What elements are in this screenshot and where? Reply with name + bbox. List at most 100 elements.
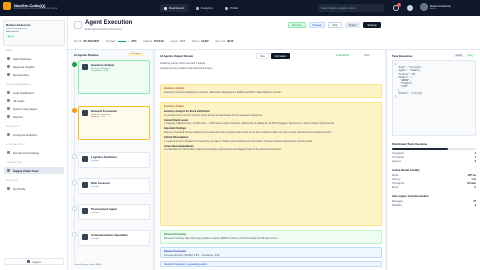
sidebar-item-label: AI Agents Analytics <box>13 132 37 137</box>
metric-label: Est. Cost <box>215 40 226 43</box>
brand-subtitle: ENTERPRISE INTELLIGENT WORKSPACE <box>14 7 58 10</box>
search-input[interactable]: Search tables, analysis, docs... <box>318 4 384 12</box>
agent-role: Queued <box>91 185 99 188</box>
users-icon <box>7 99 10 102</box>
typing-indicator: Demand Forecaster is generating output..… <box>160 261 382 267</box>
tab-formatted[interactable]: Formatted <box>270 53 290 59</box>
nav-profile[interactable]: Profile <box>221 4 243 12</box>
task-json-viewer: { "task": "forecast", "agent": "demand",… <box>392 60 476 136</box>
tab-raw[interactable]: Raw <box>256 53 269 59</box>
model-facility-title: Active Model Facility <box>392 168 420 172</box>
nav-analytics[interactable]: Analytics <box>192 4 217 12</box>
theme-toggle-icon[interactable] <box>407 5 413 11</box>
timeline-line <box>74 60 75 260</box>
timeline-dot <box>72 62 77 67</box>
sidebar-item-all-leads[interactable]: All Leads <box>4 97 64 104</box>
page-subtitle: Multi-Agent Pipeline Processing <box>85 28 122 31</box>
profile-card[interactable]: Robert Anderson robert@company.com Admin… <box>3 20 65 46</box>
sidebar-item-regional-insights[interactable]: Regional Insights <box>4 63 64 70</box>
sidebar-item-label: My Profile <box>13 186 26 191</box>
agent-icon <box>82 156 88 162</box>
agent-card-communications-specialist[interactable]: Communications Specialist Queued <box>78 230 150 246</box>
agent-role: Queued <box>91 159 99 162</box>
pause-button[interactable]: Paused <box>308 22 326 28</box>
sidebar-item-nurture-campaigns[interactable]: Nurture Campaigns <box>4 105 64 112</box>
sidebar-item-reports[interactable]: Reports <box>4 113 64 120</box>
sidebar-item-label: Demand Forecasting <box>13 150 39 155</box>
copy-button[interactable]: Copy <box>364 54 370 57</box>
profile-name: Robert Anderson <box>6 23 31 27</box>
agent-card-risk-assessor[interactable]: Risk Assessor Queued <box>78 178 150 194</box>
sidebar-item-demand-forecasting[interactable]: Demand Forecasting <box>4 149 64 156</box>
nav-label: Analytics <box>200 6 213 10</box>
stop-button[interactable]: Stop <box>328 22 342 28</box>
user-icon <box>7 187 10 190</box>
memory-store-label: Vector Memory Store (RAG) <box>74 264 102 266</box>
metric-label: Progress <box>106 40 116 43</box>
avatar <box>420 3 428 11</box>
message-text: • Category A (Electronics): 12,450 units… <box>164 122 335 126</box>
format-chip[interactable]: JSON <box>454 54 464 57</box>
sidebar-item-start-practices[interactable]: Start Practices <box>4 55 64 62</box>
sidebar-item-label: My Favorites <box>13 72 30 77</box>
kv-key: Messages <box>392 200 403 203</box>
progress-fill <box>392 148 449 150</box>
metric-cost: Est. Cost $0.42 <box>216 40 234 43</box>
back-arrow-icon[interactable] <box>74 21 82 29</box>
user-role: Admin <box>430 8 437 10</box>
kv-value: 42 tok/s <box>467 182 476 185</box>
page-title: Agent Execution <box>85 20 133 26</box>
logout-button[interactable]: Logout <box>4 258 64 265</box>
agent-name: Communications Specialist <box>91 233 128 237</box>
running-status-button[interactable]: Running <box>288 22 306 28</box>
progress-bar <box>117 40 130 43</box>
metric-value: 4 / 7 <box>180 40 185 43</box>
brand[interactable]: NeuGie-Culto(Q) ENTERPRISE INTELLIGENT W… <box>3 2 57 10</box>
kv-row: Throughput 42 tok/s <box>392 182 476 185</box>
agent-card-procurement-agent[interactable]: Procurement Agent Queued <box>78 204 150 220</box>
sidebar-item-favorites[interactable]: My Favorites <box>4 71 64 78</box>
agent-name: Demand Forecaster <box>91 109 118 113</box>
sidebar-item-my-profile[interactable]: My Profile <box>4 185 64 192</box>
agent-card-inventory-analyst[interactable]: Inventory Analyst Stock level analysis C… <box>78 60 150 94</box>
logout-label: Logout <box>32 259 41 264</box>
agent-status: Completed · 0:48 <box>91 70 108 72</box>
truck-icon <box>7 169 10 172</box>
kv-key: Model <box>392 174 399 177</box>
sidebar-item-ai-agents-analytics[interactable]: AI Agents Analytics <box>4 131 64 138</box>
kv-key: In Progress <box>392 156 405 159</box>
sidebar-item-lead-dashboard[interactable]: Lead Dashboard <box>4 89 64 96</box>
kv-row: Latency 1.2s <box>392 178 476 181</box>
sidebar-item-supply-chain-crew[interactable]: Supply Chain Crew <box>4 167 64 174</box>
page-header: Agent Execution Multi-Agent Pipeline Pro… <box>68 16 480 50</box>
agent-card-logistics-optimizer[interactable]: Logistics Optimizer Queued <box>78 152 150 168</box>
section-forecasting: FORECASTING <box>6 144 24 146</box>
export-button[interactable]: Export <box>344 22 361 28</box>
section-account: ACCOUNT <box>6 180 19 182</box>
bot-icon <box>7 133 10 136</box>
agent-role: Queued <box>91 211 99 214</box>
kv-row: Messages 27 <box>392 200 476 203</box>
notification-badge: 3 <box>397 3 401 7</box>
agent-message: Demand Forecaster Forecast accuracy (MAP… <box>160 247 382 258</box>
kv-value: 4 <box>474 152 476 155</box>
kv-value: 1 <box>474 156 476 159</box>
chart-icon <box>195 6 199 10</box>
star-icon <box>7 73 10 76</box>
agent-card-demand-forecaster[interactable]: Demand Forecaster Predictive modeling Ru… <box>78 106 150 140</box>
nav-dashboard[interactable]: Dashboard <box>160 4 188 12</box>
kv-value: 2 <box>474 160 476 163</box>
metric-run-id: Run ID SC-2024-0847 <box>74 40 99 43</box>
grid-icon <box>7 91 10 94</box>
brand-logo <box>3 2 11 10</box>
settings-button[interactable]: Settings <box>363 22 381 28</box>
kv-row: In Progress 1 <box>392 156 476 159</box>
metric-label: Agents <box>170 40 179 43</box>
logout-icon <box>27 260 31 263</box>
kv-value: 1.2s <box>471 178 476 181</box>
progress-fill <box>117 40 126 43</box>
mail-icon <box>7 107 10 110</box>
section-lead-management: LEAD MANAGEMENT <box>6 84 31 86</box>
user-menu[interactable]: Robert Anderson Admin <box>420 3 451 11</box>
status-badge: Active <box>6 35 16 38</box>
